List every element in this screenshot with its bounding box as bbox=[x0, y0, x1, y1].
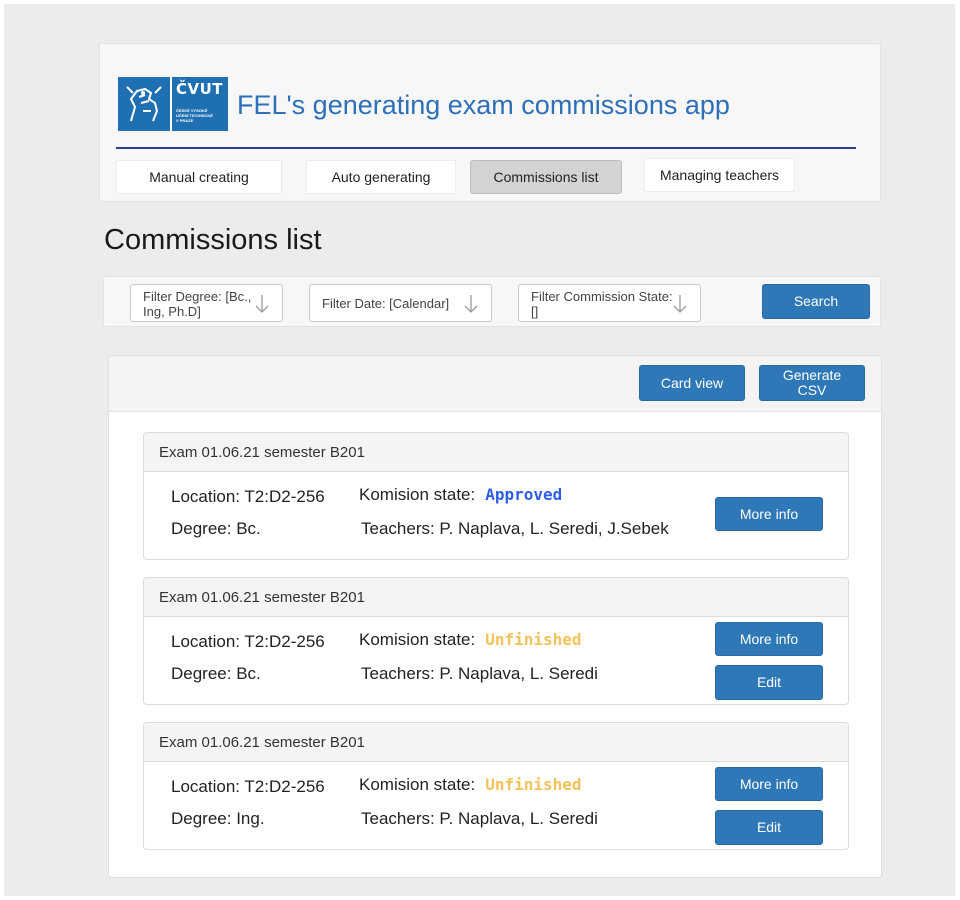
logo-name: ČVUT bbox=[176, 80, 224, 98]
tab-commissions-list[interactable]: Commissions list bbox=[470, 160, 622, 194]
filter-state-select[interactable]: Filter Commission State: [] bbox=[518, 284, 701, 322]
state-label: Komision state: bbox=[359, 630, 476, 649]
commission-card: Exam 01.06.21 semester B201 Location: T2… bbox=[143, 722, 849, 850]
tab-manual-creating[interactable]: Manual creating bbox=[116, 160, 282, 194]
filter-degree-label: Filter Degree: [Bc., Ing, Ph.D] bbox=[143, 289, 252, 319]
filter-date-select[interactable]: Filter Date: [Calendar] bbox=[309, 284, 492, 322]
commission-location: Location: T2:D2-256 bbox=[171, 632, 325, 651]
commission-teachers: Teachers: P. Naplava, L. Seredi, J.Sebek bbox=[361, 519, 669, 538]
edit-button[interactable]: Edit bbox=[715, 665, 823, 700]
state-badge: Unfinished bbox=[485, 775, 582, 794]
commission-card: Exam 01.06.21 semester B201 Location: T2… bbox=[143, 577, 849, 705]
commission-teachers: Teachers: P. Naplava, L. Seredi bbox=[361, 809, 598, 828]
tab-auto-generating[interactable]: Auto generating bbox=[306, 160, 456, 194]
commission-degree: Degree: Bc. bbox=[171, 519, 261, 538]
commission-title: Exam 01.06.21 semester B201 bbox=[144, 433, 848, 472]
arrow-down-icon bbox=[673, 295, 687, 313]
edit-button[interactable]: Edit bbox=[715, 810, 823, 845]
more-info-button[interactable]: More info bbox=[715, 767, 823, 801]
commission-state: Komision state: Approved bbox=[359, 485, 562, 505]
filter-degree-select[interactable]: Filter Degree: [Bc., Ing, Ph.D] bbox=[130, 284, 283, 322]
page-title: Commissions list bbox=[104, 224, 322, 256]
commission-card: Exam 01.06.21 semester B201 Location: T2… bbox=[143, 432, 849, 560]
header-divider bbox=[116, 147, 856, 149]
more-info-button[interactable]: More info bbox=[715, 497, 823, 531]
logo-subtitle: ČESKÉ VYSOKÉ UČENÍ TECHNICKÉ V PRAZE bbox=[176, 108, 213, 123]
app-header: ČVUT ČESKÉ VYSOKÉ UČENÍ TECHNICKÉ V PRAZ… bbox=[99, 43, 881, 202]
commission-degree: Degree: Ing. bbox=[171, 809, 265, 828]
tab-managing-teachers[interactable]: Managing teachers bbox=[644, 158, 795, 192]
cvut-logo: ČVUT ČESKÉ VYSOKÉ UČENÍ TECHNICKÉ V PRAZ… bbox=[118, 77, 228, 131]
state-badge: Unfinished bbox=[485, 630, 582, 649]
generate-csv-button[interactable]: Generate CSV bbox=[759, 365, 865, 401]
panel-toolbar: Card view Generate CSV bbox=[109, 356, 881, 412]
arrow-down-icon bbox=[255, 295, 269, 313]
commission-title: Exam 01.06.21 semester B201 bbox=[144, 723, 848, 762]
commissions-panel: Card view Generate CSV Exam 01.06.21 sem… bbox=[108, 355, 882, 878]
filter-bar: Filter Degree: [Bc., Ing, Ph.D] Filter D… bbox=[103, 276, 881, 327]
commission-location: Location: T2:D2-256 bbox=[171, 777, 325, 796]
more-info-button[interactable]: More info bbox=[715, 622, 823, 656]
state-label: Komision state: bbox=[359, 485, 476, 504]
commission-state: Komision state: Unfinished bbox=[359, 630, 582, 650]
commission-degree: Degree: Bc. bbox=[171, 664, 261, 683]
card-view-button[interactable]: Card view bbox=[639, 365, 745, 401]
commission-state: Komision state: Unfinished bbox=[359, 775, 582, 795]
filter-state-label: Filter Commission State: [] bbox=[531, 289, 673, 319]
commission-title: Exam 01.06.21 semester B201 bbox=[144, 578, 848, 617]
arrow-down-icon bbox=[464, 295, 478, 313]
commission-location: Location: T2:D2-256 bbox=[171, 487, 325, 506]
filter-date-label: Filter Date: [Calendar] bbox=[322, 295, 450, 311]
search-button[interactable]: Search bbox=[762, 284, 870, 319]
lion-emblem-icon bbox=[118, 77, 172, 131]
state-label: Komision state: bbox=[359, 775, 476, 794]
state-badge: Approved bbox=[485, 485, 563, 504]
commission-teachers: Teachers: P. Naplava, L. Seredi bbox=[361, 664, 598, 683]
app-title: FEL's generating exam commissions app bbox=[237, 90, 730, 120]
